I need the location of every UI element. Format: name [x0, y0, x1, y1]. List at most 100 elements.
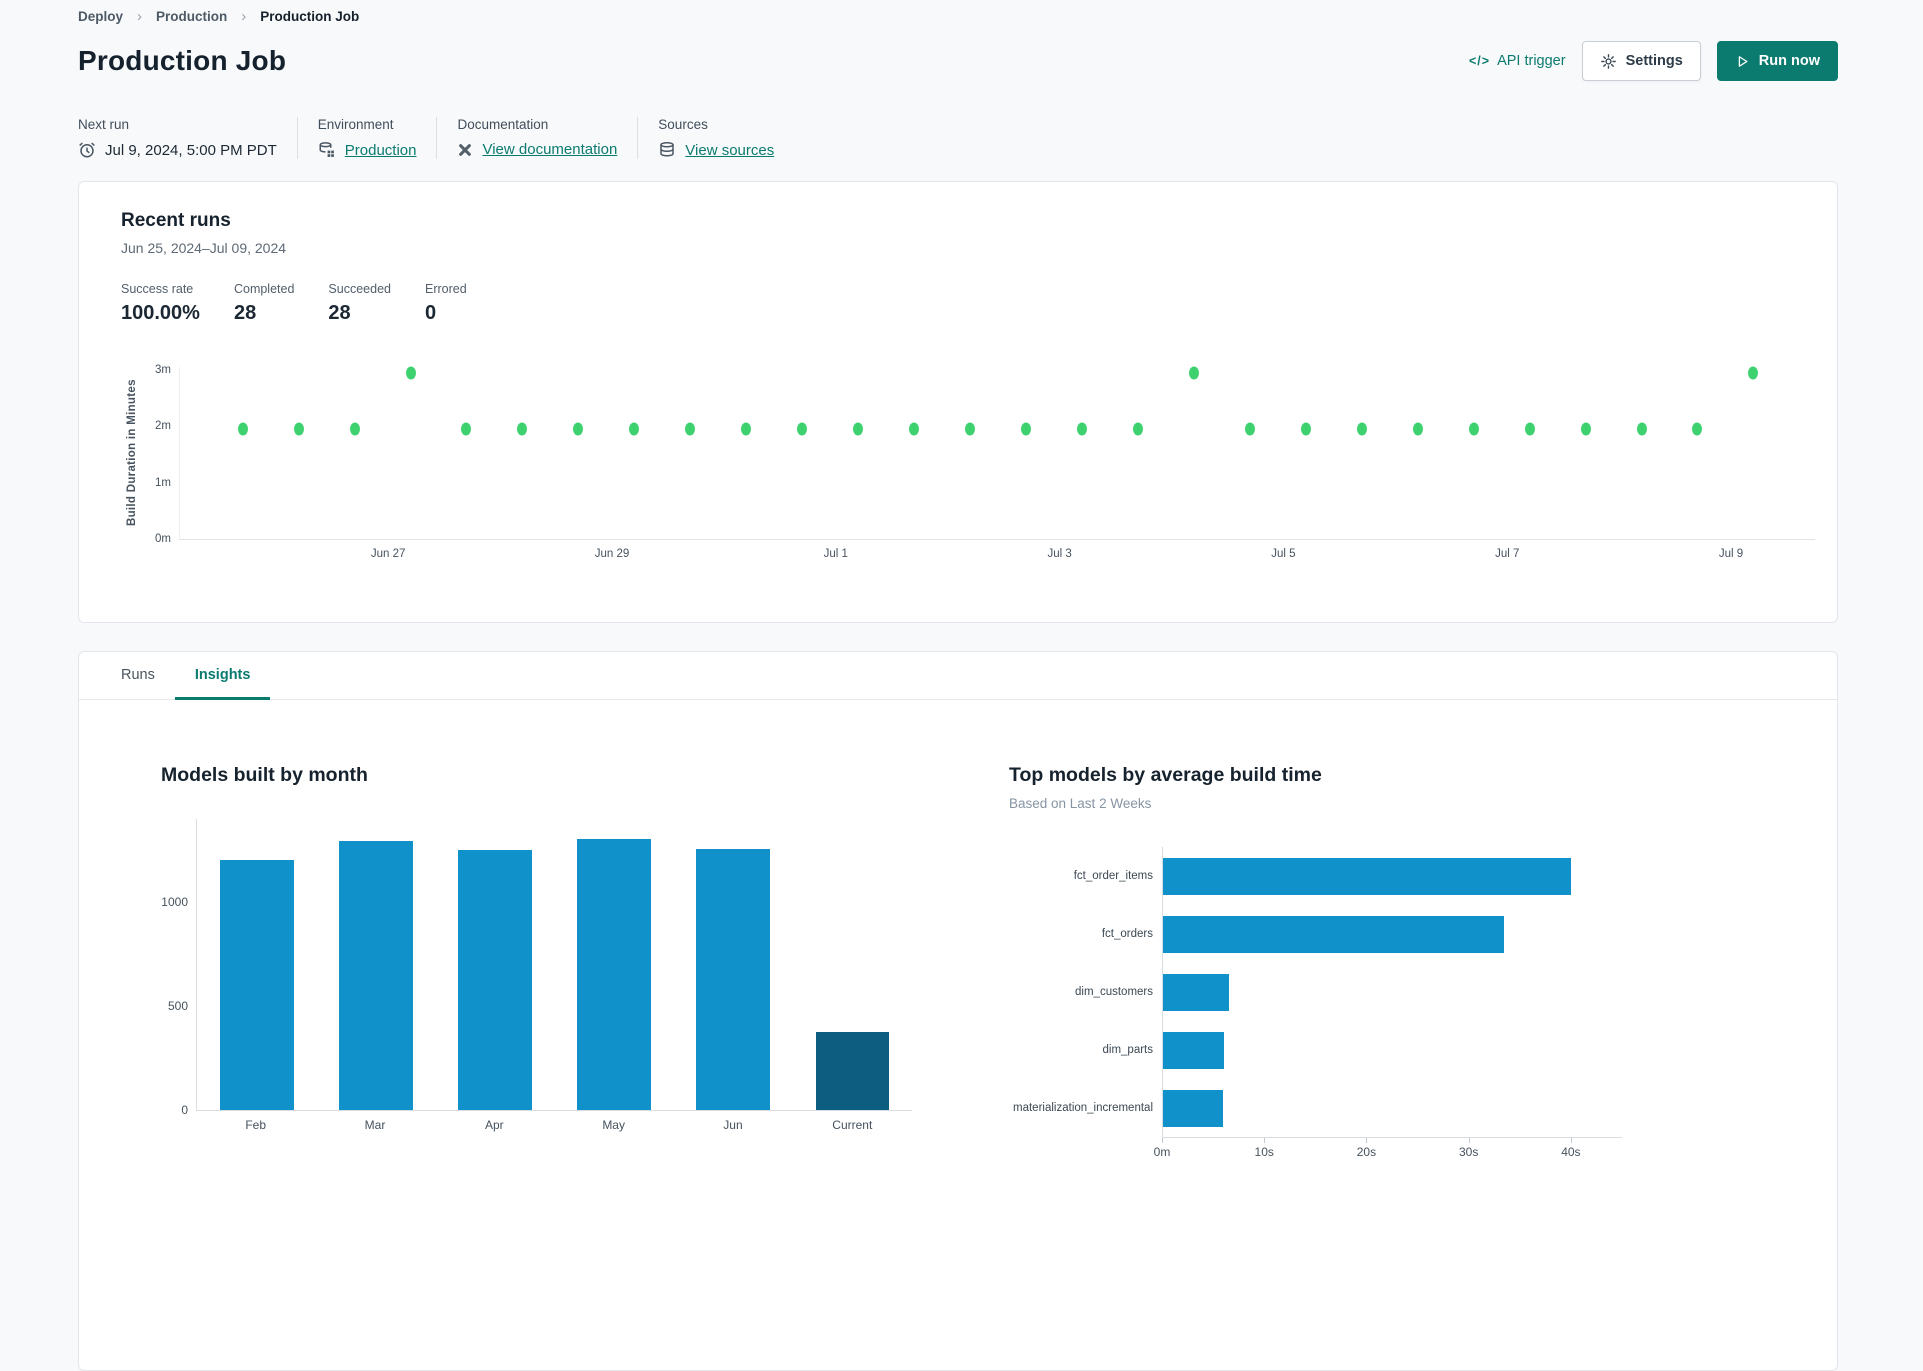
scatter-point[interactable] — [741, 422, 752, 436]
scatter-y-axis-ticks: 0m 1m 2m 3m — [143, 364, 179, 545]
scatter-point[interactable] — [293, 422, 304, 436]
bar-apr[interactable] — [457, 850, 532, 1110]
run-now-label: Run now — [1758, 53, 1820, 69]
scatter-point[interactable] — [685, 422, 696, 436]
bar-x-tick-label: Feb — [245, 1118, 266, 1132]
scatter-y-tick-label: 2m — [155, 420, 171, 433]
scatter-point[interactable] — [1468, 422, 1479, 436]
scatter-x-tick-label: Jun 29 — [594, 548, 630, 560]
scatter-point[interactable] — [909, 422, 920, 436]
bar-x-tick-label: Jun — [723, 1118, 743, 1132]
scatter-point[interactable] — [517, 422, 528, 436]
settings-label: Settings — [1625, 53, 1683, 69]
bar-feb[interactable] — [219, 859, 294, 1110]
bar-x-tick-label: Mar — [364, 1118, 386, 1132]
build-duration-plot: Jun 27 Jun 29 Jul 1 Jul 3 Jul 5 Jul 7 Jul 9 — [179, 366, 1815, 560]
scatter-point[interactable] — [349, 422, 360, 436]
hbar-x-axis: 0m 10s 20s 30s 40s — [1154, 1137, 1622, 1160]
bar-mar[interactable] — [338, 840, 413, 1110]
hbar-x-tick-label: 30s — [1458, 1145, 1479, 1159]
scatter-point[interactable] — [797, 422, 808, 436]
scatter-point[interactable] — [1076, 422, 1087, 436]
hbar-row-materialization_incremental: materialization_incremental — [1009, 1079, 1649, 1137]
hbar-x-tick-mark — [1366, 1138, 1368, 1143]
scatter-point[interactable] — [405, 366, 416, 380]
scatter-point[interactable] — [1356, 422, 1367, 436]
bar-current[interactable] — [815, 1032, 890, 1110]
hbar-rows: fct_order_items fct_orders dim_customers di… — [1009, 847, 1649, 1137]
scatter-point[interactable] — [629, 422, 640, 436]
bar-column — [197, 819, 316, 1110]
scatter-point[interactable] — [1244, 422, 1255, 436]
breadcrumb-production[interactable]: Production — [156, 9, 227, 24]
scatter-point[interactable] — [1300, 422, 1311, 436]
hbar-row-dim_parts: dim_parts — [1009, 1021, 1649, 1079]
tab-runs[interactable]: Runs — [101, 652, 175, 700]
hbar-dim_parts[interactable] — [1163, 1031, 1225, 1069]
environment-link[interactable]: Production — [345, 142, 417, 159]
dbt-logo-icon — [457, 142, 473, 158]
info-sources: Sources View sources — [658, 117, 794, 159]
scatter-point[interactable] — [965, 422, 976, 436]
api-trigger-link[interactable]: </> API trigger — [1469, 53, 1566, 69]
build-duration-chart: Build Duration in Minutes 0m 1m 2m 3m Jun 2… — [121, 364, 1815, 579]
run-now-button[interactable]: Run now — [1716, 41, 1838, 81]
hbar-fct_order_items[interactable] — [1163, 857, 1571, 895]
hbar-dim_customers[interactable] — [1163, 973, 1230, 1011]
bar-may[interactable] — [577, 838, 652, 1110]
view-documentation-link[interactable]: View documentation — [482, 141, 617, 158]
chart-title: Top models by average build time — [1009, 764, 1322, 786]
scatter-point[interactable] — [1580, 422, 1591, 436]
tab-insights[interactable]: Insights — [174, 652, 271, 700]
bar-y-tick-label: 1000 — [161, 895, 188, 910]
scatter-point[interactable] — [461, 422, 472, 436]
gear-icon — [1600, 53, 1617, 70]
title-row: Production Job </> API trigger Settings — [78, 41, 1838, 81]
scatter-point[interactable] — [853, 422, 864, 436]
next-run-value: Jul 9, 2024, 5:00 PM PDT — [105, 141, 277, 159]
info-next-run: Next run Jul 9, 2024, 5:00 PM PDT — [78, 117, 298, 159]
header-actions: </> API trigger Settings Run now — [1469, 41, 1838, 81]
chart-subtitle: Based on Last 2 Weeks — [1009, 796, 1152, 811]
scatter-x-tick-label: Jul 3 — [1047, 548, 1072, 560]
page: Deploy › Production › Production Job Pro… — [0, 0, 1923, 1371]
scatter-point[interactable] — [573, 422, 584, 436]
hbar-track — [1162, 847, 1623, 905]
job-info-bar: Next run Jul 9, 2024, 5:00 PM PDT Enviro… — [78, 117, 1838, 159]
bar-x-tick-label: Current — [832, 1118, 873, 1132]
scatter-point[interactable] — [1636, 422, 1647, 436]
bar-x-axis-labels: Feb Mar Apr May Jun Current — [196, 1118, 912, 1132]
bar-column — [435, 819, 554, 1110]
bar-plot-area — [196, 819, 912, 1111]
breadcrumb-deploy[interactable]: Deploy — [78, 9, 123, 24]
scatter-point[interactable] — [1132, 422, 1143, 436]
insights-charts: Models built by month 0 500 1000 Feb Mar Apr… — [79, 700, 1837, 1160]
scatter-x-tick-label: Jul 5 — [1271, 548, 1296, 560]
bar-y-tick-label: 0 — [181, 1103, 188, 1117]
scatter-point[interactable] — [1692, 422, 1703, 436]
view-sources-link[interactable]: View sources — [685, 142, 774, 159]
hbar-fct_orders[interactable] — [1163, 915, 1505, 953]
info-environment: Environment Production — [318, 117, 438, 159]
hbar-x-tick-label: 0m — [1153, 1145, 1171, 1159]
bar-jun[interactable] — [696, 849, 771, 1110]
top-models-chart: Top models by average build time Based o… — [1009, 764, 1649, 1160]
scatter-point[interactable] — [1748, 366, 1759, 380]
bar-column — [316, 819, 435, 1110]
hbar-x-tick-mark — [1570, 1138, 1572, 1143]
scatter-point[interactable] — [1021, 422, 1032, 436]
database-grid-icon — [318, 141, 336, 159]
hbar-x-tick-mark — [1468, 1138, 1470, 1143]
settings-button[interactable]: Settings — [1581, 41, 1701, 81]
scatter-point[interactable] — [1524, 422, 1535, 436]
play-icon — [1735, 54, 1750, 69]
stat-errored: Errored 0 — [424, 282, 467, 324]
scatter-point[interactable] — [1188, 366, 1199, 380]
hbar-x-tick-label: 40s — [1561, 1145, 1581, 1159]
scatter-point[interactable] — [1412, 422, 1423, 436]
stat-succeeded: Succeeded 28 — [328, 282, 391, 324]
info-label: Sources — [658, 117, 708, 132]
hbar-materialization_incremental[interactable] — [1163, 1089, 1224, 1127]
scatter-point[interactable] — [237, 422, 248, 436]
breadcrumb-production-job: Production Job — [260, 9, 360, 24]
